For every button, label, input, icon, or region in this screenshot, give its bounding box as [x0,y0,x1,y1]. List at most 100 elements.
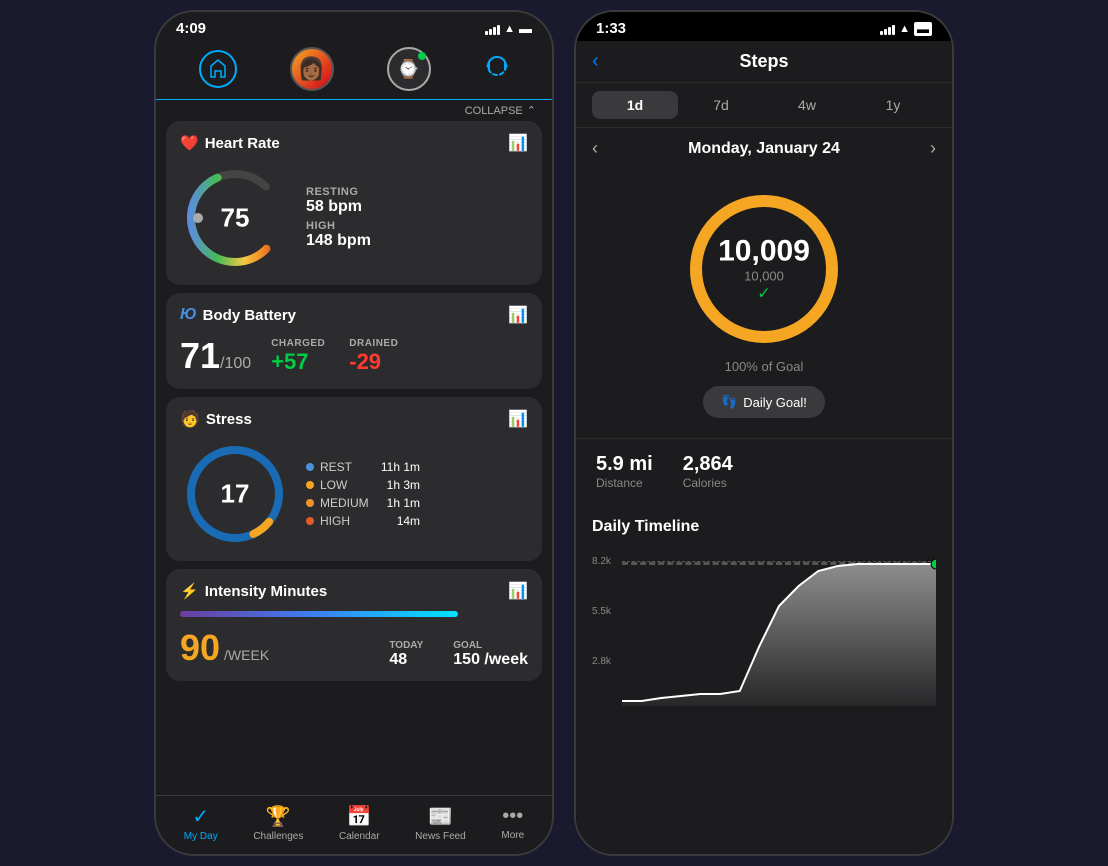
heart-rate-header: ❤️ Heart Rate 📊 [180,133,528,153]
tab-1y[interactable]: 1y [850,91,936,119]
intensity-title: ⚡ Intensity Minutes [180,582,327,600]
stress-value: 17 [221,479,250,510]
prev-date-arrow[interactable]: ‹ [592,138,598,159]
challenges-icon: 🏆 [266,804,291,829]
timeline-title: Daily Timeline [592,518,936,536]
collapse-bar[interactable]: COLLAPSE ⌃ [156,100,552,121]
left-status-bar: 4:09 ▲ ▬ [156,12,552,41]
nav-news-feed[interactable]: 📰 News Feed [415,804,466,842]
battery-main-value: 71/100 [180,335,251,377]
scroll-content: ❤️ Heart Rate 📊 [156,121,552,795]
steps-goal-number: 10,000 [718,269,810,284]
watch-dot [418,52,426,60]
right-header: ‹ Steps [576,41,952,83]
my-day-icon: ✓ [192,804,209,829]
stress-icon: 🧑 [180,409,200,429]
nav-my-day[interactable]: ✓ My Day [184,804,218,842]
tab-1d[interactable]: 1d [592,91,678,119]
wifi-icon: ▲ [504,23,515,35]
intensity-progress [180,611,528,617]
tab-7d[interactable]: 7d [678,91,764,119]
calories-stat: 2,864 Calories [683,453,733,490]
distance-value: 5.9 mi [596,453,653,476]
news-label: News Feed [415,831,466,842]
chart-area: 8.2k 5.5k 2.8k [592,546,936,706]
battery-chart-icon[interactable]: 📊 [508,305,528,325]
my-day-label: My Day [184,831,218,842]
more-label: More [501,830,524,841]
heart-rate-card: ❤️ Heart Rate 📊 [166,121,542,285]
stats-row: 5.9 mi Distance 2,864 Calories [576,438,952,504]
medium-label: MEDIUM [320,496,369,510]
nav-calendar[interactable]: 📅 Calendar [339,804,380,842]
steps-main: 10,009 10,000 ✓ 100% of Goal 👣 Daily Goa… [576,169,952,438]
nav-more[interactable]: ••• More [501,805,524,841]
legend-low: LOW 1h 3m [306,478,420,492]
steps-percent: 100% of Goal [725,359,804,374]
nav-challenges[interactable]: 🏆 Challenges [253,804,303,842]
high-stat-row: HIGH 148 bpm [306,220,371,250]
medium-dot [306,499,314,507]
high-stress-time: 14m [385,514,420,528]
steps-checkmark: ✓ [718,284,810,304]
heart-icon: ❤️ [180,134,199,152]
chart-label-8k: 8.2k [592,556,611,567]
intensity-chart-icon[interactable]: 📊 [508,581,528,601]
bottom-nav: ✓ My Day 🏆 Challenges 📅 Calendar 📰 News … [156,795,552,854]
sync-icon[interactable] [484,53,510,85]
rest-dot [306,463,314,471]
distance-label: Distance [596,476,653,490]
watch-icon[interactable]: ⌚ [387,47,431,91]
resting-label: RESTING [306,186,362,198]
stress-header: 🧑 Stress 📊 [180,409,528,429]
battery-stats: CHARGED +57 DRAINED -29 [271,338,398,375]
challenges-label: Challenges [253,831,303,842]
charged-stat: CHARGED +57 [271,338,325,375]
daily-goal-label: Daily Goal! [743,395,807,410]
left-phone: 4:09 ▲ ▬ 👩🏾 ⌚ [154,10,554,856]
right-status-icons: ▲ ▬ [880,22,932,36]
calendar-label: Calendar [339,831,380,842]
high-label: HIGH [306,220,371,232]
legend-high: HIGH 14m [306,514,420,528]
drained-stat: DRAINED -29 [349,338,398,375]
left-status-icons: ▲ ▬ [485,21,532,36]
calories-label: Calories [683,476,733,490]
goal-stat: GOAL 150 /week [453,640,528,669]
collapse-icon: ⌃ [527,104,536,117]
medium-time: 1h 1m [375,496,420,510]
steps-number: 10,009 [718,235,810,269]
stress-card: 🧑 Stress 📊 17 REST 11h 1 [166,397,542,561]
today-stat: TODAY 48 [389,640,423,669]
heart-chart-icon[interactable]: 📊 [508,133,528,153]
collapse-label: COLLAPSE [465,105,523,117]
right-status-bar: 1:33 ▲ ▬ [576,12,952,41]
right-battery-icon: ▬ [914,22,932,36]
back-arrow[interactable]: ‹ [592,50,599,73]
legend-medium: MEDIUM 1h 1m [306,496,420,510]
intensity-main-value: 90 /WEEK [180,627,269,669]
right-phone: 1:33 ▲ ▬ ‹ Steps 1d 7d 4w 1y [574,10,954,856]
heart-gauge-value: 75 [221,203,250,234]
signal-icon [485,23,500,35]
low-time: 1h 3m [375,478,420,492]
intensity-card: ⚡ Intensity Minutes 📊 90 /WEEK TODAY [166,569,542,681]
steps-value-container: 10,009 10,000 ✓ [718,235,810,304]
daily-goal-button[interactable]: 👣 Daily Goal! [703,386,825,418]
chart-label-5k: 5.5k [592,606,611,617]
more-icon: ••• [502,805,523,828]
battery-header: Ю Body Battery 📊 [180,305,528,325]
right-wifi-icon: ▲ [899,23,910,35]
right-signal-icon [880,23,895,35]
daily-goal-icon: 👣 [721,394,737,410]
next-date-arrow[interactable]: › [930,138,936,159]
steps-ring: 10,009 10,000 ✓ [684,189,844,349]
battery-body: 71/100 CHARGED +57 DRAINED -29 [180,335,528,377]
date-label: Monday, January 24 [688,140,840,158]
legend-rest: REST 11h 1m [306,460,420,474]
heart-stats: RESTING 58 bpm HIGH 148 bpm [306,186,371,250]
tab-4w[interactable]: 4w [764,91,850,119]
avatar[interactable]: 👩🏾 [290,47,334,91]
stress-chart-icon[interactable]: 📊 [508,409,528,429]
home-icon[interactable] [199,50,237,88]
